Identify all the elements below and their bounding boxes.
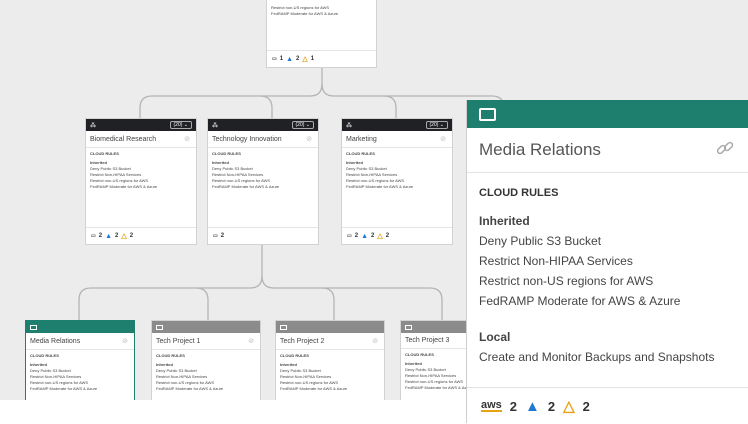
cloud-counts: ▭ 2: [208, 227, 318, 244]
card-title: Biomedical Research: [90, 135, 157, 143]
rule-item: FedRAMP Moderate for AWS & Azure: [271, 11, 339, 16]
card-header: [152, 321, 260, 333]
link-icon[interactable]: ⊘: [306, 135, 312, 143]
panel-header: [467, 100, 748, 128]
section-label: CLOUD RULES: [156, 353, 185, 358]
section-label: CLOUD RULES: [346, 151, 375, 156]
card-title: Tech Project 3: [405, 337, 450, 344]
folder-icon: [30, 324, 37, 330]
aws-icon: ▭: [347, 233, 352, 239]
cloud-counts: ▭ 2 ▲ 2 △ 2: [342, 227, 452, 244]
link-icon[interactable]: ⊘: [248, 337, 254, 345]
link-icon[interactable]: ⊘: [184, 135, 190, 143]
rule-item: FedRAMP Moderate for AWS & Azure: [156, 386, 224, 391]
rule-item: Restrict Non-HIPAA Services: [479, 254, 633, 268]
cloud-counts: ▭ 1 ▲ 2 △ 1: [267, 50, 376, 67]
folder-icon: [280, 324, 287, 330]
org-card-biomedical-research[interactable]: ⁂ (20) ⌄ Biomedical Research ⊘ CLOUD RULE…: [85, 118, 197, 245]
gcp-icon: △: [121, 233, 127, 240]
rule-item: Deny Public S3 Bucket: [479, 234, 602, 248]
card-header: ⁂ (20) ⌄: [342, 119, 452, 131]
folder-icon: [156, 324, 163, 330]
panel-title: Media Relations: [479, 140, 601, 159]
card-header: ⁂ (20) ⌄: [86, 119, 196, 131]
section-label: CLOUD RULES: [479, 187, 559, 199]
azure-icon: ▲: [361, 232, 369, 240]
project-card-tech-project-1[interactable]: Tech Project 1 ⊘ CLOUD RULES Inherited De…: [151, 320, 261, 400]
aws-icon: ▭: [272, 56, 277, 62]
rule-item: Restrict non-US regions for AWS: [479, 274, 654, 288]
card-header: [276, 321, 384, 333]
cloud-counts: ▭ 2 ▲ 2 △ 2: [86, 227, 196, 244]
card-title: Marketing: [346, 135, 377, 143]
gcp-icon: △: [563, 398, 575, 415]
cloud-counts: aws 2 ▲ 2 △ 2: [467, 387, 748, 424]
hierarchy-icon: ⁂: [212, 122, 218, 129]
hierarchy-icon: ⁂: [346, 122, 352, 129]
gcp-icon: △: [377, 233, 383, 240]
folder-icon: [405, 324, 412, 330]
children-count-badge[interactable]: (20) ⌄: [291, 121, 314, 129]
rule-item: FedRAMP Moderate for AWS & Azure: [212, 184, 280, 189]
children-count-badge[interactable]: (20) ⌄: [169, 121, 192, 129]
card-title: Media Relations: [30, 337, 81, 345]
card-title: Tech Project 2: [280, 337, 325, 345]
azure-icon: ▲: [105, 232, 113, 240]
azure-icon: ▲: [525, 397, 540, 415]
local-label: Local: [479, 330, 511, 344]
card-title: Technology Innovation: [212, 135, 282, 143]
project-card-tech-project-2[interactable]: Tech Project 2 ⊘ CLOUD RULES Inherited De…: [275, 320, 385, 400]
section-label: CLOUD RULES: [30, 353, 59, 358]
section-label: CLOUD RULES: [212, 151, 241, 156]
link-icon[interactable]: ⊘: [122, 337, 128, 345]
zoomed-card-media-relations[interactable]: Media Relations CLOUD RULES Inherited De…: [466, 100, 748, 423]
children-count-badge[interactable]: (20) ⌄: [425, 121, 448, 129]
aws-icon: ▭: [213, 233, 218, 239]
aws-icon: aws: [481, 399, 502, 412]
link-icon[interactable]: ⊘: [440, 135, 446, 143]
org-card-technology-innovation[interactable]: ⁂ (20) ⌄ Technology Innovation ⊘ CLOUD RU…: [207, 118, 319, 245]
aws-icon: ▭: [91, 233, 96, 239]
card-header: [26, 321, 134, 333]
card-header: ⁂ (20) ⌄: [208, 119, 318, 131]
rule-item: FedRAMP Moderate for AWS & Azure: [90, 184, 158, 189]
inherited-label: Inherited: [479, 214, 530, 228]
rule-item: FedRAMP Moderate for AWS & Azure: [30, 386, 98, 391]
section-label: CLOUD RULES: [280, 353, 309, 358]
root-card[interactable]: Restrict non-US regions for AWS FedRAMP …: [266, 0, 377, 68]
rule-item: FedRAMP Moderate for AWS & Azure: [479, 294, 681, 308]
link-icon[interactable]: ⊘: [372, 337, 378, 345]
azure-icon: ▲: [286, 55, 294, 63]
folder-icon: [479, 107, 496, 121]
rule-item: FedRAMP Moderate for AWS & Azure: [346, 184, 414, 189]
rule-item: Create and Monitor Backups and Snapshots: [479, 350, 715, 364]
rule-item: FedRAMP Moderate for AWS & Azure: [280, 386, 348, 391]
gcp-icon: △: [302, 56, 308, 63]
hierarchy-icon: ⁂: [90, 122, 96, 129]
project-card-media-relations[interactable]: Media Relations ⊘ CLOUD RULES Inherited D…: [25, 320, 135, 400]
org-card-marketing[interactable]: ⁂ (20) ⌄ Marketing ⊘ CLOUD RULES Inherite…: [341, 118, 453, 245]
section-label: CLOUD RULES: [90, 151, 119, 156]
card-title: Tech Project 1: [156, 337, 201, 345]
link-icon[interactable]: [716, 139, 734, 162]
